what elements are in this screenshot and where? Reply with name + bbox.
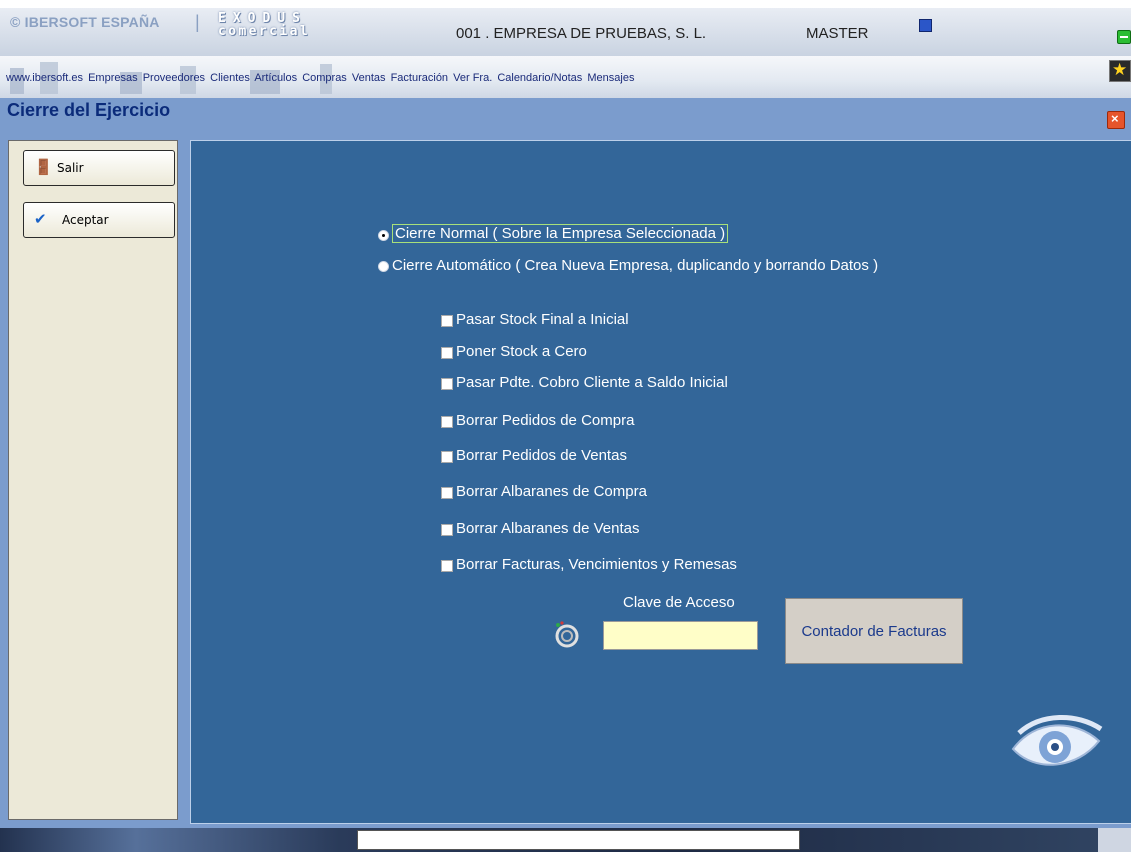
access-key-label: Clave de Acceso bbox=[623, 594, 735, 611]
user-name: MASTER bbox=[806, 25, 869, 42]
check-label: Poner Stock a Cero bbox=[456, 343, 587, 360]
bottom-taskbar bbox=[0, 828, 1131, 852]
key-lock-icon bbox=[553, 621, 581, 658]
check-label: Pasar Pdte. Cobro Cliente a Saldo Inicia… bbox=[456, 374, 728, 391]
action-sidebar: 🚪 Salir ✔ Aceptar bbox=[8, 140, 178, 820]
checkbox[interactable] bbox=[441, 315, 453, 327]
eye-logo-icon bbox=[1011, 715, 1103, 766]
menu-item-ventas[interactable]: Ventas bbox=[352, 72, 386, 84]
menu-item-empresas[interactable]: Empresas bbox=[88, 72, 138, 84]
close-icon: × bbox=[1111, 111, 1119, 126]
menu-items: www.ibersoft.es Empresas Proveedores Cli… bbox=[6, 72, 636, 84]
checkbox[interactable] bbox=[441, 451, 453, 463]
brand-name: © IBERSOFT ESPAÑA bbox=[10, 14, 160, 30]
menu-item-clientes[interactable]: Clientes bbox=[210, 72, 250, 84]
window-icon[interactable] bbox=[919, 19, 932, 32]
menu-item-proveedores[interactable]: Proveedores bbox=[143, 72, 205, 84]
exit-button[interactable]: 🚪 Salir bbox=[23, 150, 175, 186]
app-header: © IBERSOFT ESPAÑA | EXODUS comercial 001… bbox=[0, 8, 1131, 56]
accept-button[interactable]: ✔ Aceptar bbox=[23, 202, 175, 238]
accept-button-label: Aceptar bbox=[62, 213, 109, 227]
menu-bar: www.ibersoft.es Empresas Proveedores Cli… bbox=[0, 56, 1131, 98]
radio-button-selected[interactable] bbox=[378, 230, 389, 241]
close-window-button[interactable]: × bbox=[1107, 111, 1125, 129]
check-label: Borrar Pedidos de Compra bbox=[456, 412, 635, 429]
exodus-logo: EXODUS comercial bbox=[218, 11, 338, 39]
radio-cierre-normal-label: Cierre Normal ( Sobre la Empresa Selecci… bbox=[392, 224, 729, 243]
key-lock-svg bbox=[555, 621, 579, 648]
menu-item-calendario[interactable]: Calendario/Notas bbox=[497, 72, 582, 84]
check-label: Borrar Albaranes de Compra bbox=[456, 483, 647, 500]
menu-item-compras[interactable]: Compras bbox=[302, 72, 347, 84]
menu-item-ver-fra[interactable]: Ver Fra. bbox=[453, 72, 492, 84]
check-label: Borrar Facturas, Vencimientos y Remesas bbox=[456, 556, 737, 573]
company-name: 001 . EMPRESA DE PRUEBAS, S. L. bbox=[456, 25, 707, 42]
check-label: Borrar Pedidos de Ventas bbox=[456, 447, 627, 464]
exit-door-icon: 🚪 bbox=[34, 158, 53, 176]
invoice-counter-button[interactable]: Contador de Facturas bbox=[785, 598, 963, 664]
checkbox[interactable] bbox=[441, 378, 453, 390]
check-label: Borrar Albaranes de Ventas bbox=[456, 520, 640, 537]
exit-button-label: Salir bbox=[57, 161, 84, 175]
checkbox[interactable] bbox=[441, 524, 453, 536]
checkmark-icon: ✔ bbox=[34, 210, 47, 228]
options-panel: Cierre Normal ( Sobre la Empresa Selecci… bbox=[190, 140, 1131, 824]
access-key-input[interactable] bbox=[603, 621, 758, 650]
brand-separator: | bbox=[195, 12, 200, 32]
logo-line-2: comercial bbox=[218, 24, 311, 39]
minimize-icon[interactable] bbox=[1117, 30, 1131, 44]
radio-cierre-automatico-label: Cierre Automático ( Crea Nueva Empresa, … bbox=[392, 257, 879, 274]
favorites-star-button[interactable]: ★ bbox=[1109, 60, 1131, 82]
status-field bbox=[357, 830, 800, 850]
checkbox[interactable] bbox=[441, 487, 453, 499]
checkbox[interactable] bbox=[441, 347, 453, 359]
radio-button[interactable] bbox=[378, 261, 389, 272]
checkbox[interactable] bbox=[441, 416, 453, 428]
menu-item-facturacion[interactable]: Facturación bbox=[391, 72, 448, 84]
menu-item-articulos[interactable]: Artículos bbox=[254, 72, 297, 84]
menu-item-mensajes[interactable]: Mensajes bbox=[587, 72, 634, 84]
window-title: Cierre del Ejercicio bbox=[7, 100, 171, 120]
star-icon: ★ bbox=[1112, 60, 1128, 79]
check-label: Pasar Stock Final a Inicial bbox=[456, 311, 629, 328]
menu-item-website[interactable]: www.ibersoft.es bbox=[6, 72, 83, 84]
bottom-right-panel bbox=[1098, 828, 1131, 852]
closing-window: Cierre del Ejercicio × 🚪 Salir ✔ Aceptar… bbox=[0, 98, 1131, 828]
checkbox[interactable] bbox=[441, 560, 453, 572]
